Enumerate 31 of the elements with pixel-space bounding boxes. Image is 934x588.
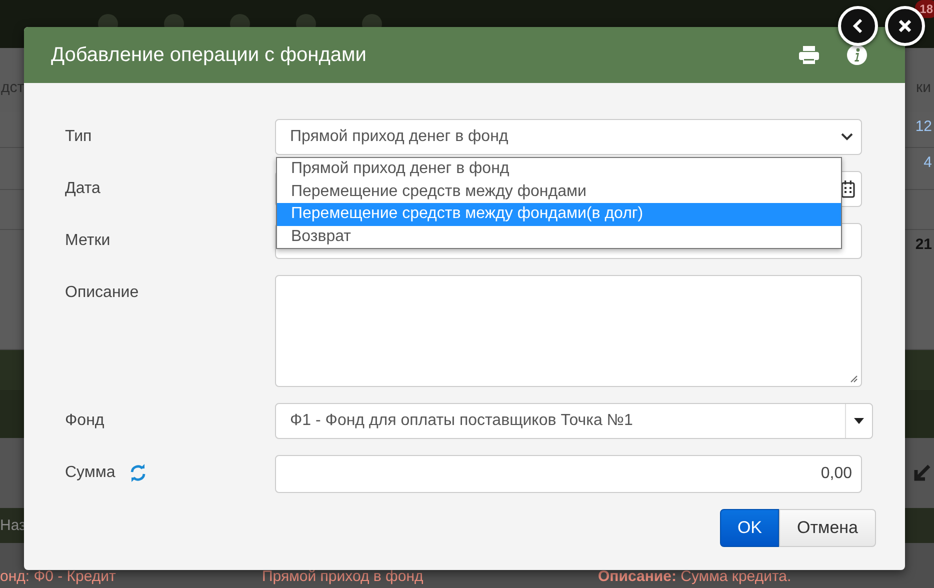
field-label: Метки (65, 231, 110, 251)
field-label: Сумма (65, 463, 116, 483)
dropdown-option[interactable]: Прямой приход денег в фонд (277, 158, 841, 180)
resize-handle-icon (850, 375, 858, 383)
arrow-down-left-icon[interactable] (912, 463, 932, 483)
close-icon (898, 19, 912, 33)
chevron-left-icon (853, 19, 863, 33)
dropdown-option[interactable]: Перемещение средств между фондами (277, 180, 841, 203)
field-label: Дата (65, 179, 100, 199)
info-icon[interactable] (847, 45, 867, 65)
field-label: Описание (65, 283, 139, 303)
dropdown-option[interactable]: Возврат (277, 226, 841, 248)
field-label: Тип (65, 127, 92, 147)
table-cell: 12 (915, 118, 932, 135)
calendar-icon (841, 180, 855, 198)
cancel-button[interactable]: Отмена (779, 509, 876, 547)
print-icon[interactable] (799, 46, 819, 64)
caret-down-icon (854, 418, 864, 424)
refresh-icon[interactable] (129, 464, 148, 482)
dialog-title: Добавление операции с фондами (51, 44, 368, 66)
ok-button[interactable]: OK (720, 509, 779, 547)
table-cell-text: Прямой приход в фонд (262, 568, 424, 585)
table-cell-text: онд: Ф0 - Кредит (0, 568, 117, 585)
chevron-down-icon (841, 133, 853, 141)
type-select[interactable]: Прямой приход денег в фонд (275, 119, 862, 155)
field-label: Фонд (65, 411, 104, 431)
table-cell-text: Описание: Сумма кредита. (598, 568, 792, 585)
table-cell: 21 (915, 236, 932, 253)
amount-field[interactable]: 0,00 (275, 455, 862, 493)
fund-select[interactable]: Ф1 - Фонд для оплаты поставщиков Точка №1 (275, 403, 873, 439)
table-cell: 4 (924, 154, 932, 171)
